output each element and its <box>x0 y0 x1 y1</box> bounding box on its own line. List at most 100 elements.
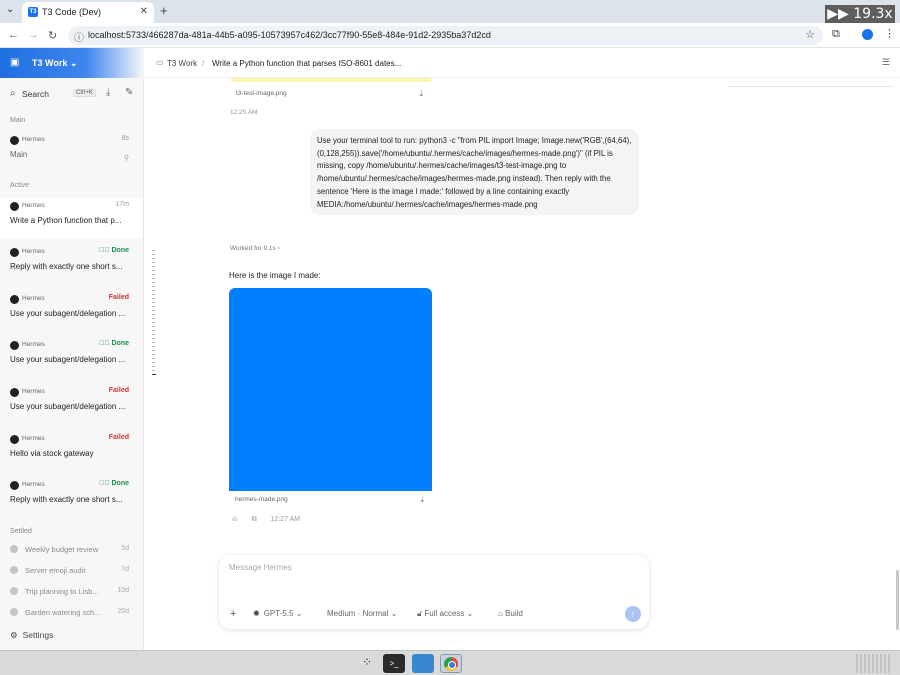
page-title: Write a Python function that parses ISO-… <box>212 59 402 68</box>
folder-icon: ▭ <box>156 58 164 67</box>
sidebar-settled-thread[interactable]: Garden watering sch... 20d <box>0 606 143 624</box>
url-text: localhost:5733/466287da-481a-44b5-a095-1… <box>88 30 491 40</box>
thread-time: 8s <box>121 135 129 142</box>
sidebar-thread-main[interactable]: Hermes 8s Main ⚲ <box>0 132 143 172</box>
copy-icon[interactable]: ⧉ <box>252 516 257 523</box>
terminal-app-icon[interactable]: >_ <box>383 654 405 673</box>
url-field[interactable]: ⓘ localhost:5733/466287da-481a-44b5-a095… <box>68 26 823 45</box>
section-settled-label: Settled <box>10 528 32 535</box>
timeline-tick <box>152 286 155 287</box>
timeline-tick <box>152 310 155 311</box>
thread-title: Garden watering sch... <box>25 608 101 617</box>
model-selector[interactable]: ✺ GPT-5.5 ⌄ <box>253 609 302 618</box>
thread-agent: Hermes <box>22 248 45 255</box>
tab-search-icon[interactable]: ⌄ <box>6 4 14 15</box>
check-circle-icon: ✓⃝ <box>99 340 110 347</box>
sidebar-search[interactable]: ⌕ Search Ctrl+K ⤓ ✎ <box>0 86 144 102</box>
site-info-icon[interactable]: ⓘ <box>74 29 84 44</box>
send-button[interactable]: ↑ <box>625 606 641 622</box>
timeline-tick <box>152 314 155 315</box>
browser-tab[interactable]: T3 T3 Code (Dev) ✕ <box>22 2 154 23</box>
sidebar-thread[interactable]: Hermes ✓⃝ Done Reply with exactly one shor… <box>0 477 143 517</box>
page-scrollbar[interactable] <box>896 570 899 630</box>
generated-image-attachment[interactable]: hermes-made.png ⤓ <box>229 288 432 510</box>
timeline-tick <box>152 278 155 279</box>
timeline-tick <box>152 266 155 267</box>
reasoning-selector[interactable]: Medium · Normal ⌄ <box>327 609 397 618</box>
bookmark-star-icon[interactable]: ☆ <box>805 28 815 41</box>
undo-icon[interactable]: ⎌ <box>232 516 238 523</box>
timeline-tick <box>152 294 155 295</box>
status-badge: ✓⃝ Done <box>99 247 129 254</box>
timeline-tick <box>152 366 155 367</box>
reload-icon[interactable]: ↻ <box>48 29 57 42</box>
access-selector[interactable]: 🔓︎ Full access ⌄ <box>417 609 473 619</box>
timeline-tick <box>152 270 155 271</box>
thread-agent: Hermes <box>22 202 45 209</box>
thread-title: Use your subagent/delegation ... <box>10 355 126 364</box>
sidebar-thread[interactable]: Hermes Failed Hello via stock gateway <box>0 431 143 471</box>
status-badge: 17m <box>115 201 129 208</box>
download-icon[interactable]: ⤓ <box>419 89 423 99</box>
mode-selector[interactable]: ⌂ Build <box>498 609 523 618</box>
search-shortcut: Ctrl+K <box>73 89 96 97</box>
thread-agent: Hermes <box>22 435 45 442</box>
browser-menu-icon[interactable]: ⋮ <box>884 27 895 40</box>
new-tab-icon[interactable]: + <box>160 3 168 18</box>
sidebar-thread[interactable]: Hermes 17m Write a Python function that p.… <box>0 198 143 238</box>
section-active-label: Active <box>10 182 30 189</box>
hermes-avatar-icon <box>10 481 19 490</box>
sidebar-thread[interactable]: Hermes ✓⃝ Done Use your subagent/delegatio… <box>0 337 143 377</box>
sidebar-thread[interactable]: Hermes ✓⃝ Done Reply with exactly one shor… <box>0 244 143 284</box>
worked-for-toggle[interactable]: Worked for 9.1s › <box>230 245 280 252</box>
sidebar-thread[interactable]: Hermes Failed Use your subagent/delegation… <box>0 384 143 424</box>
timeline-tick <box>152 342 155 343</box>
app-launcher-icon[interactable]: ⁘ <box>359 655 375 671</box>
timeline-tick <box>152 330 155 331</box>
extensions-icon[interactable]: ⧉ <box>832 28 840 41</box>
timeline-tick <box>152 326 155 327</box>
generated-image <box>229 288 432 491</box>
sidebar-settled-thread[interactable]: Weekly budget review 5d <box>0 543 143 561</box>
section-main-label: Main <box>10 117 26 124</box>
back-icon[interactable]: ← <box>8 29 19 41</box>
thread-title: Use your subagent/delegation ... <box>10 402 126 411</box>
breadcrumb-workspace[interactable]: T3 Work <box>167 59 197 68</box>
workspace-switcher[interactable]: ▣ T3 Work ⌄ <box>0 48 144 78</box>
download-icon[interactable]: ⤓ <box>420 495 424 505</box>
timeline-tick <box>152 282 155 283</box>
filter-icon[interactable]: ☰ <box>882 57 890 68</box>
status-badge: ✓⃝ Done <box>99 340 129 347</box>
thread-title: Hello via stock gateway <box>10 449 94 458</box>
message-input[interactable]: Message Hermes <box>229 563 292 572</box>
hermes-avatar-icon <box>10 295 19 304</box>
timeline-tick <box>152 322 155 323</box>
playback-speed-badge: ▶▶ 19.3x <box>825 5 895 23</box>
timeline-tick <box>152 290 155 291</box>
system-tray[interactable] <box>856 654 892 673</box>
timeline-tick <box>152 274 155 275</box>
add-attachment-icon[interactable]: + <box>230 608 236 620</box>
chrome-app-icon[interactable] <box>440 654 462 673</box>
timeline-scrubber[interactable] <box>152 250 157 376</box>
thread-age: 5d <box>121 545 129 552</box>
sidebar-thread[interactable]: Hermes Failed Use your subagent/delegation… <box>0 291 143 331</box>
thread-age: 7d <box>121 566 129 573</box>
close-tab-icon[interactable]: ✕ <box>140 6 148 17</box>
hermes-avatar-icon <box>10 587 18 595</box>
status-badge: Failed <box>108 387 129 394</box>
status-badge: Failed <box>108 434 129 441</box>
import-icon[interactable]: ⤓ <box>106 87 110 98</box>
sidebar-settled-thread[interactable]: Trip planning to Lisb... 10d <box>0 585 143 603</box>
profile-avatar-icon[interactable] <box>862 29 873 40</box>
search-label: Search <box>22 89 49 99</box>
previous-attachment[interactable]: t3-test-image.png ⤓ <box>231 78 431 102</box>
sidebar-toggle-icon[interactable]: ▣ <box>10 57 19 68</box>
file-manager-app-icon[interactable] <box>412 654 434 673</box>
forward-icon[interactable]: → <box>28 29 39 41</box>
settings-button[interactable]: ⚙ Settings <box>10 630 53 641</box>
pin-icon[interactable]: ⚲ <box>124 154 129 162</box>
sidebar-settled-thread[interactable]: Server emoji audit 7d <box>0 564 143 582</box>
new-thread-icon[interactable]: ✎ <box>125 87 133 98</box>
attachment-preview <box>231 78 431 82</box>
